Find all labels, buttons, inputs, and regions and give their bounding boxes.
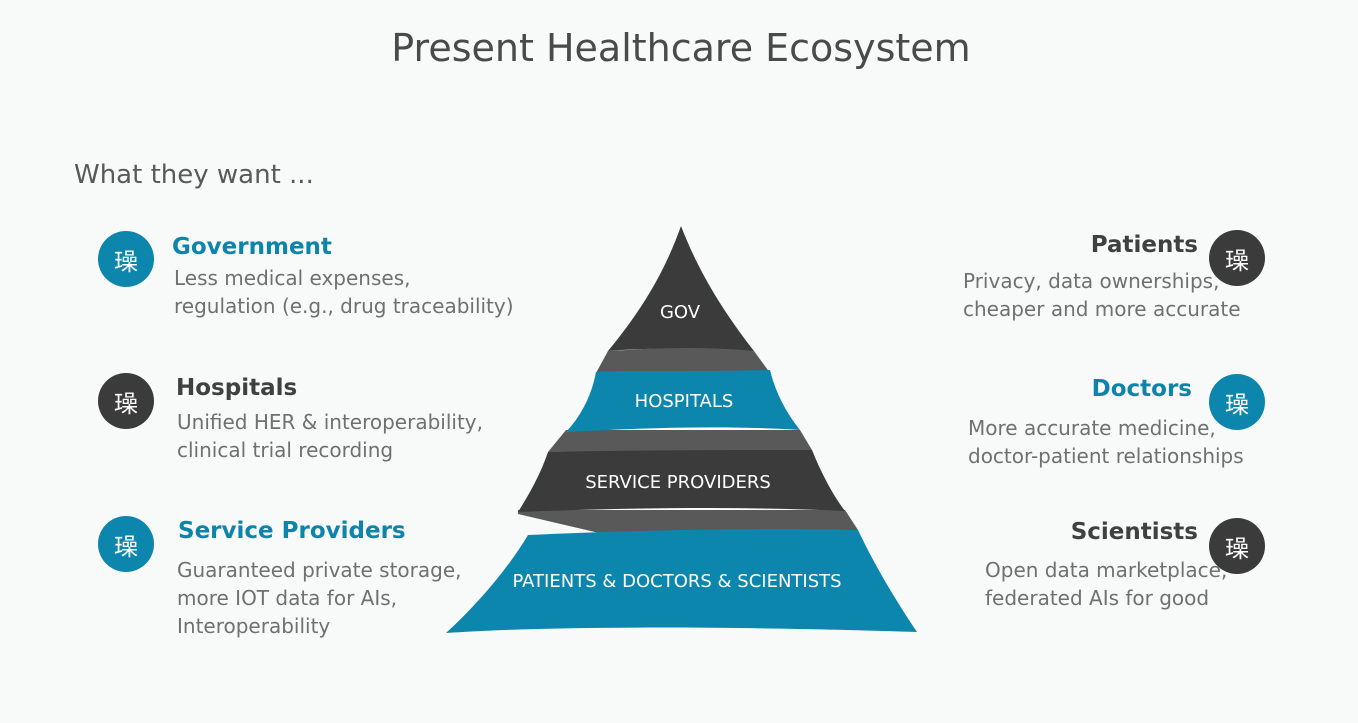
- tier-label-service-providers: SERVICE PROVIDERS: [585, 472, 771, 493]
- ribbon-hospitals-service: [548, 430, 812, 452]
- tier-label-gov: GOV: [660, 302, 701, 323]
- tier-label-hospitals: HOSPITALS: [635, 391, 734, 412]
- tier-label-base: PATIENTS & DOCTORS & SCIENTISTS: [512, 571, 841, 592]
- tier-gov: [608, 226, 754, 351]
- pyramid-diagram: GOV HOSPITALS SERVICE PROVIDERS PATIENTS…: [446, 226, 917, 633]
